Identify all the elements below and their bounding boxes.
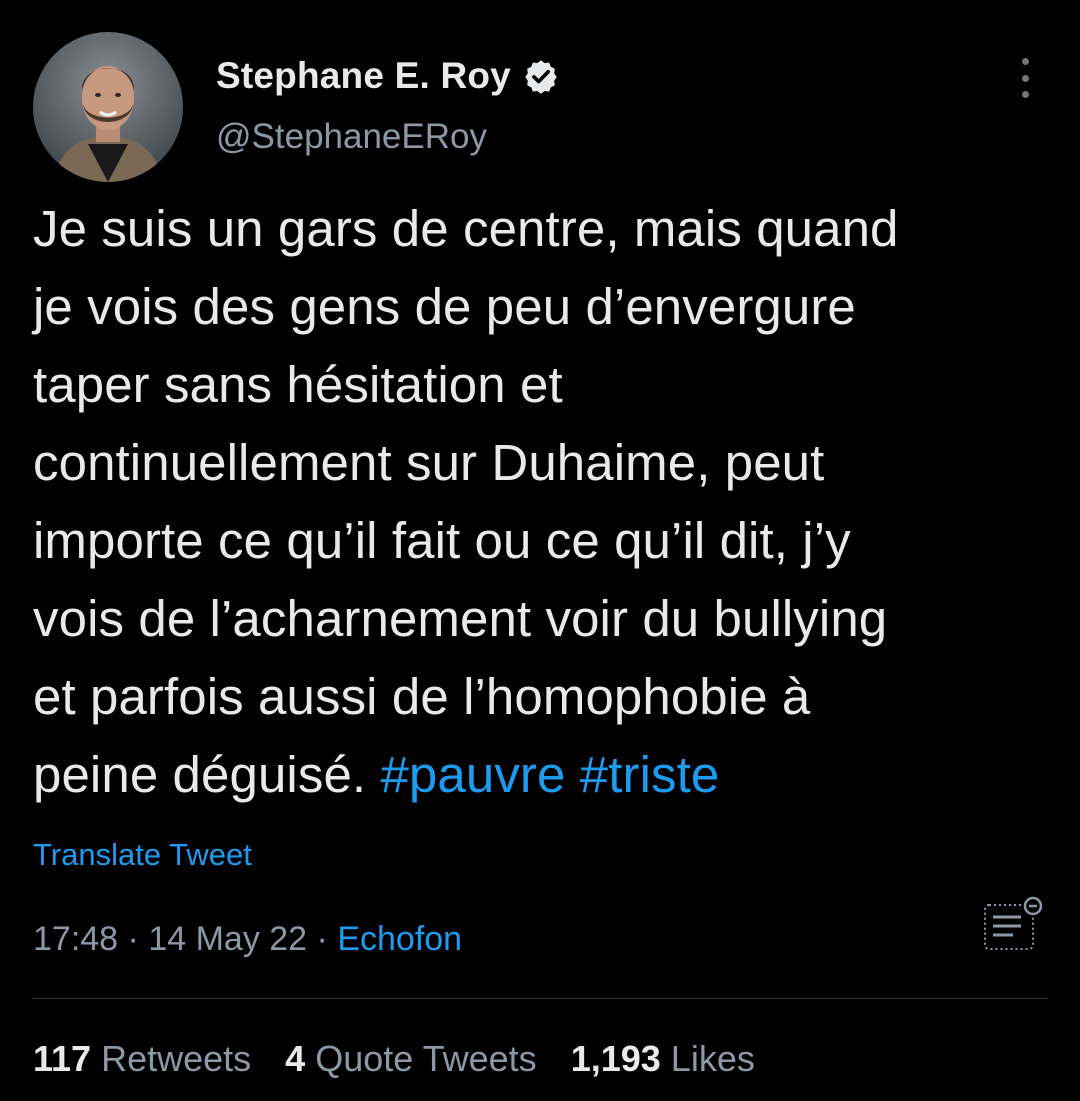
likes-count: 1,193 xyxy=(570,1038,661,1079)
retweets-label: Retweets xyxy=(101,1038,252,1079)
likes-label: Likes xyxy=(670,1038,755,1079)
divider xyxy=(33,998,1048,999)
tweet-line: continuellement sur Duhaime, peut xyxy=(33,434,825,491)
translate-tweet-link[interactable]: Translate Tweet xyxy=(33,837,252,873)
more-dot xyxy=(1021,91,1029,98)
tweet-last-line: peine déguisé. #pauvre #triste xyxy=(33,736,1053,814)
meta-separator: · xyxy=(316,920,328,958)
avatar[interactable] xyxy=(33,32,183,182)
more-dot xyxy=(1021,58,1029,65)
author-name-row[interactable]: Stephane E. Roy xyxy=(216,55,559,97)
tweet-source-link[interactable]: Echofon xyxy=(337,920,462,958)
profile-photo-icon xyxy=(33,32,183,182)
tweet-text: Je suis un gars de centre, mais quand je… xyxy=(33,190,1053,814)
more-dot xyxy=(1021,74,1029,82)
likes-stat[interactable]: 1,193 Likes xyxy=(571,1038,755,1079)
tweet-line: vois de l’acharnement voir du bullying xyxy=(33,590,888,647)
quote-tweets-count: 4 xyxy=(285,1038,306,1079)
retweets-stat[interactable]: 117 Retweets xyxy=(33,1038,251,1079)
analytics-icon[interactable] xyxy=(980,893,1046,959)
tweet-date[interactable]: 14 May 22 xyxy=(148,920,307,958)
quote-tweets-stat[interactable]: 4 Quote Tweets xyxy=(285,1038,537,1079)
tweet-line: importe ce qu’il fait ou ce qu’il dit, j… xyxy=(33,512,851,569)
tweet-time[interactable]: 17:48 xyxy=(33,920,118,958)
hashtag-link[interactable]: #pauvre xyxy=(380,746,565,803)
verified-badge-icon xyxy=(523,58,559,94)
engagement-stats: 117 Retweets 4 Quote Tweets 1,193 Likes xyxy=(33,1038,789,1080)
author-name[interactable]: Stephane E. Roy xyxy=(216,55,511,97)
tweet-line: je vois des gens de peu d’envergure xyxy=(33,278,856,335)
tweet-line-text: peine déguisé. xyxy=(33,746,367,803)
more-options-icon[interactable] xyxy=(1008,58,1042,98)
quote-tweets-label: Quote Tweets xyxy=(315,1038,537,1079)
tweet-line: taper sans hésitation et xyxy=(33,356,563,413)
tweet-line: et parfois aussi de l’homophobie à xyxy=(33,668,811,725)
meta-separator: · xyxy=(127,920,139,958)
hashtag-link[interactable]: #triste xyxy=(580,746,720,803)
tweet-line: Je suis un gars de centre, mais quand xyxy=(33,200,899,257)
author-handle[interactable]: @StephaneERoy xyxy=(216,117,487,157)
retweets-count: 117 xyxy=(33,1038,92,1079)
tweet-meta: 17:48 · 14 May 22 · Echofon xyxy=(33,920,462,959)
